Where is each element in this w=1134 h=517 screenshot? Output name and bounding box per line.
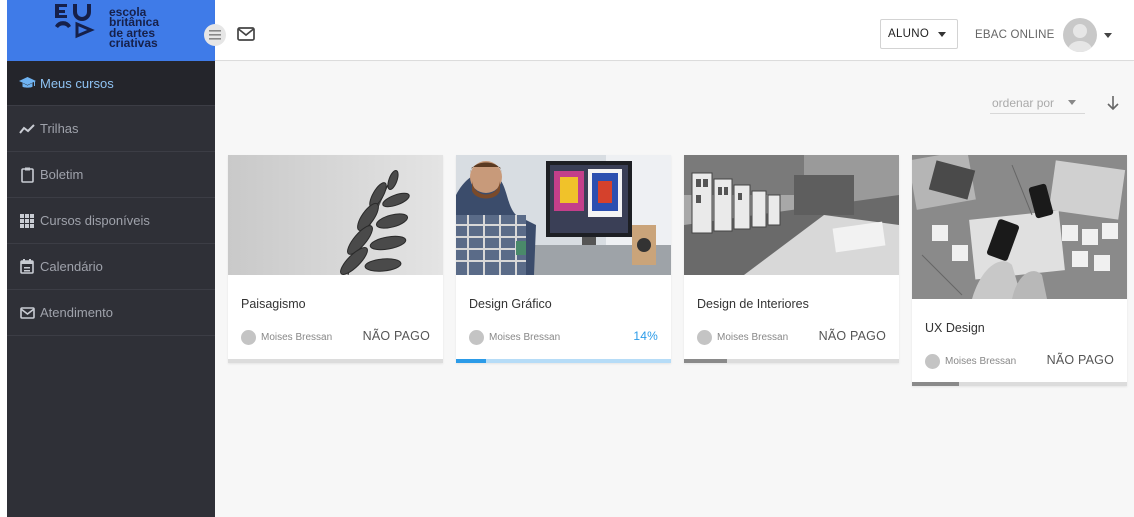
messages-button[interactable] — [236, 25, 256, 43]
sidebar-item-atendimento[interactable]: Atendimento — [7, 290, 215, 336]
brand-name: escola britânica de artes criativas — [109, 6, 159, 50]
course-card-ux-design[interactable]: UX Design Moises Bressan NÃO PAGO — [912, 155, 1127, 386]
grid-icon — [18, 213, 36, 229]
sidebar-item-label: Cursos disponíveis — [40, 213, 150, 228]
course-author: Moises Bressan — [241, 330, 332, 345]
sidebar-item-cursos-disponiveis[interactable]: Cursos disponíveis — [7, 198, 215, 244]
author-avatar — [469, 330, 484, 345]
sort-direction-button[interactable] — [1106, 95, 1120, 111]
sidebar-item-calendario[interactable]: Calendário — [7, 244, 215, 290]
avatar-placeholder-icon — [1068, 24, 1092, 52]
mail-icon — [18, 305, 36, 321]
sidebar-item-label: Atendimento — [40, 305, 113, 320]
logo-mark-icon — [53, 0, 103, 61]
sidebar-item-meus-cursos[interactable]: Meus cursos — [7, 61, 215, 106]
course-author: Moises Bressan — [469, 330, 560, 345]
role-select-value: ALUNO — [888, 28, 930, 40]
role-select[interactable]: ALUNO — [880, 19, 958, 49]
sidebar-item-trilhas[interactable]: Trilhas — [7, 106, 215, 152]
brand-logo[interactable]: escola britânica de artes criativas — [7, 0, 215, 61]
user-avatar[interactable] — [1063, 18, 1097, 52]
main-content: ordenar por Paisagismo Moises Bressan NÃ… — [215, 62, 1134, 517]
graduation-cap-icon — [18, 75, 36, 91]
sort-select-label: ordenar por — [992, 95, 1055, 110]
menu-toggle-button[interactable] — [204, 24, 226, 46]
course-title: Design Gráfico — [469, 297, 552, 311]
course-image — [456, 155, 671, 275]
sidebar-item-label: Meus cursos — [40, 75, 114, 91]
sidebar-item-label: Trilhas — [40, 121, 79, 136]
course-progress-bar — [456, 359, 671, 363]
course-progress-bar — [912, 382, 1127, 386]
course-progress-bar — [228, 359, 443, 363]
progress-fill — [912, 382, 960, 386]
course-progress-bar — [684, 359, 899, 363]
course-title: UX Design — [925, 321, 985, 335]
course-progress-percent: 14% — [633, 329, 658, 343]
brand-line: criativas — [109, 36, 158, 50]
sidebar-item-boletim[interactable]: Boletim — [7, 152, 215, 198]
course-status: NÃO PAGO — [818, 329, 886, 343]
author-name: Moises Bressan — [261, 332, 333, 343]
course-card-design-grafico[interactable]: Design Gráfico Moises Bressan 14% — [456, 155, 671, 363]
user-name[interactable]: EBAC ONLINE — [975, 29, 1055, 41]
author-name: Moises Bressan — [717, 332, 789, 343]
progress-fill — [456, 359, 487, 363]
course-card-design-de-interiores[interactable]: Design de Interiores Moises Bressan NÃO … — [684, 155, 899, 363]
author-name: Moises Bressan — [945, 356, 1017, 367]
sidebar-item-label: Calendário — [40, 259, 103, 274]
chevron-down-icon — [938, 31, 947, 37]
author-avatar — [697, 330, 712, 345]
arrow-down-icon — [1107, 96, 1119, 111]
sidebar: escola britânica de artes criativas Meus… — [7, 0, 215, 517]
course-card-paisagismo[interactable]: Paisagismo Moises Bressan NÃO PAGO — [228, 155, 443, 363]
hamburger-icon — [209, 30, 221, 40]
course-title: Paisagismo — [241, 297, 306, 311]
course-image — [684, 155, 899, 275]
author-avatar — [925, 354, 940, 369]
progress-fill — [684, 359, 727, 363]
calendar-icon — [18, 259, 36, 275]
author-avatar — [241, 330, 256, 345]
course-image — [912, 155, 1127, 299]
sidebar-item-label: Boletim — [40, 167, 84, 182]
course-status: NÃO PAGO — [362, 329, 430, 343]
sort-select[interactable]: ordenar por — [990, 92, 1085, 114]
trend-line-icon — [18, 121, 36, 137]
user-menu-chevron-icon[interactable] — [1104, 33, 1112, 38]
course-image — [228, 155, 443, 275]
envelope-icon — [237, 27, 255, 41]
clipboard-icon — [18, 167, 36, 183]
course-author: Moises Bressan — [925, 354, 1016, 369]
course-title: Design de Interiores — [697, 297, 809, 311]
author-name: Moises Bressan — [489, 332, 561, 343]
course-author: Moises Bressan — [697, 330, 788, 345]
course-status: NÃO PAGO — [1046, 353, 1114, 367]
chevron-down-icon — [1068, 100, 1077, 105]
